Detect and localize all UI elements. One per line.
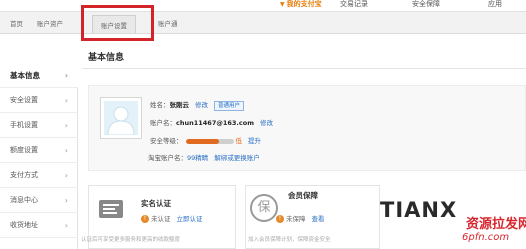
top-navigation: ▼ 我的支付宝 交易记录 安全保障 应用 xyxy=(0,0,526,12)
subnav-home[interactable]: 首页 xyxy=(10,18,23,28)
protection-seal-icon: 保 xyxy=(250,194,278,222)
warning-icon: ! xyxy=(141,215,149,223)
security-level-bar xyxy=(185,138,234,144)
name-row: 姓名：张刚云 修改 普通用户 xyxy=(150,99,245,111)
view-membership-link[interactable]: 查看 xyxy=(312,215,325,223)
card-member-protection: 保 会员保障 ! 未保障 查看 加入会员保障计划，保障资金安全 xyxy=(245,185,380,249)
chevron-right-icon: › xyxy=(64,96,68,105)
sidebar-item-limit[interactable]: 额度设置 › xyxy=(0,138,78,163)
subnav-account-link[interactable]: 账户通 xyxy=(158,18,178,28)
warning-icon: ! xyxy=(276,215,284,223)
unbind-taobao-link[interactable]: 解绑或更换账户 xyxy=(214,154,260,162)
subnav-assets[interactable]: 账户资产 xyxy=(37,18,63,28)
user-type-badge: 普通用户 xyxy=(214,101,245,111)
title-divider xyxy=(82,68,526,69)
modify-account-link[interactable]: 修改 xyxy=(260,119,273,127)
sidebar-item-phone[interactable]: 手机设置 › xyxy=(0,113,78,138)
card-description: 认证后可享受更多服务和更高的收款额度 xyxy=(81,237,181,243)
card-real-name-verification: 实名认证 ! 未认证 立即认证 认证后可享受更多服务和更高的收款额度 xyxy=(81,185,236,249)
user-name: 张刚云 xyxy=(169,101,190,109)
security-row: 安全等级：低提升 xyxy=(150,137,261,145)
watermark-url: 6pfn.com xyxy=(462,232,510,243)
card-title: 实名认证 xyxy=(141,199,171,208)
security-level-text: 低 xyxy=(235,137,243,145)
chevron-right-icon: › xyxy=(64,71,68,80)
improve-security-link[interactable]: 提升 xyxy=(248,137,261,145)
verify-status: ! 未认证 立即认证 xyxy=(141,213,203,223)
nav-apps[interactable]: 应用 xyxy=(488,0,502,8)
account-row: 账户名：chun11467@163.com 修改 xyxy=(150,119,273,127)
id-card-icon xyxy=(99,200,123,218)
sidebar-item-security[interactable]: 安全设置 › xyxy=(0,88,78,113)
modify-name-link[interactable]: 修改 xyxy=(195,101,208,109)
user-avatar-icon xyxy=(104,101,138,135)
watermark-text: 资源拉发网 xyxy=(466,217,526,232)
nav-security[interactable]: 安全保障 xyxy=(412,0,440,8)
chevron-right-icon: › xyxy=(64,146,68,155)
chevron-down-icon: ▼ xyxy=(280,1,285,8)
taobao-row: 淘宝账户名：99精睛 解绑或更换账户 xyxy=(148,154,260,162)
chevron-right-icon: › xyxy=(64,171,68,180)
chevron-right-icon: › xyxy=(64,196,68,205)
chevron-right-icon: › xyxy=(64,221,68,230)
sidebar-item-messages[interactable]: 消息中心 › xyxy=(0,188,78,213)
card-description: 加入会员保障计划，保障资金安全 xyxy=(248,237,331,243)
watermark-logo: TIANX xyxy=(380,198,458,222)
taobao-account-name[interactable]: 99精睛 xyxy=(187,154,208,162)
sidebar-item-basic-info[interactable]: 基本信息 › xyxy=(0,63,78,88)
security-level-fill xyxy=(185,138,220,144)
verify-now-link[interactable]: 立即认证 xyxy=(177,215,203,223)
nav-my-alipay[interactable]: ▼ 我的支付宝 xyxy=(280,0,322,9)
card-title: 会员保障 xyxy=(288,191,318,200)
sub-navigation: 首页 账户资产 账户设置 账户通 xyxy=(0,12,526,34)
chevron-right-icon: › xyxy=(64,121,68,130)
sidebar: 基本信息 › 安全设置 › 手机设置 › 额度设置 › 支付方式 › 消息中心 … xyxy=(0,63,78,249)
avatar[interactable] xyxy=(100,97,142,139)
account-email: chun11467@163.com xyxy=(176,119,254,127)
membership-status: ! 未保障 查看 xyxy=(276,213,325,223)
sidebar-item-payment[interactable]: 支付方式 › xyxy=(0,163,78,188)
subnav-account-settings[interactable]: 账户设置 xyxy=(92,15,136,33)
nav-transactions[interactable]: 交易记录 xyxy=(340,0,368,8)
page-title: 基本信息 xyxy=(88,53,125,63)
sidebar-item-address[interactable]: 收货地址 › xyxy=(0,213,78,238)
